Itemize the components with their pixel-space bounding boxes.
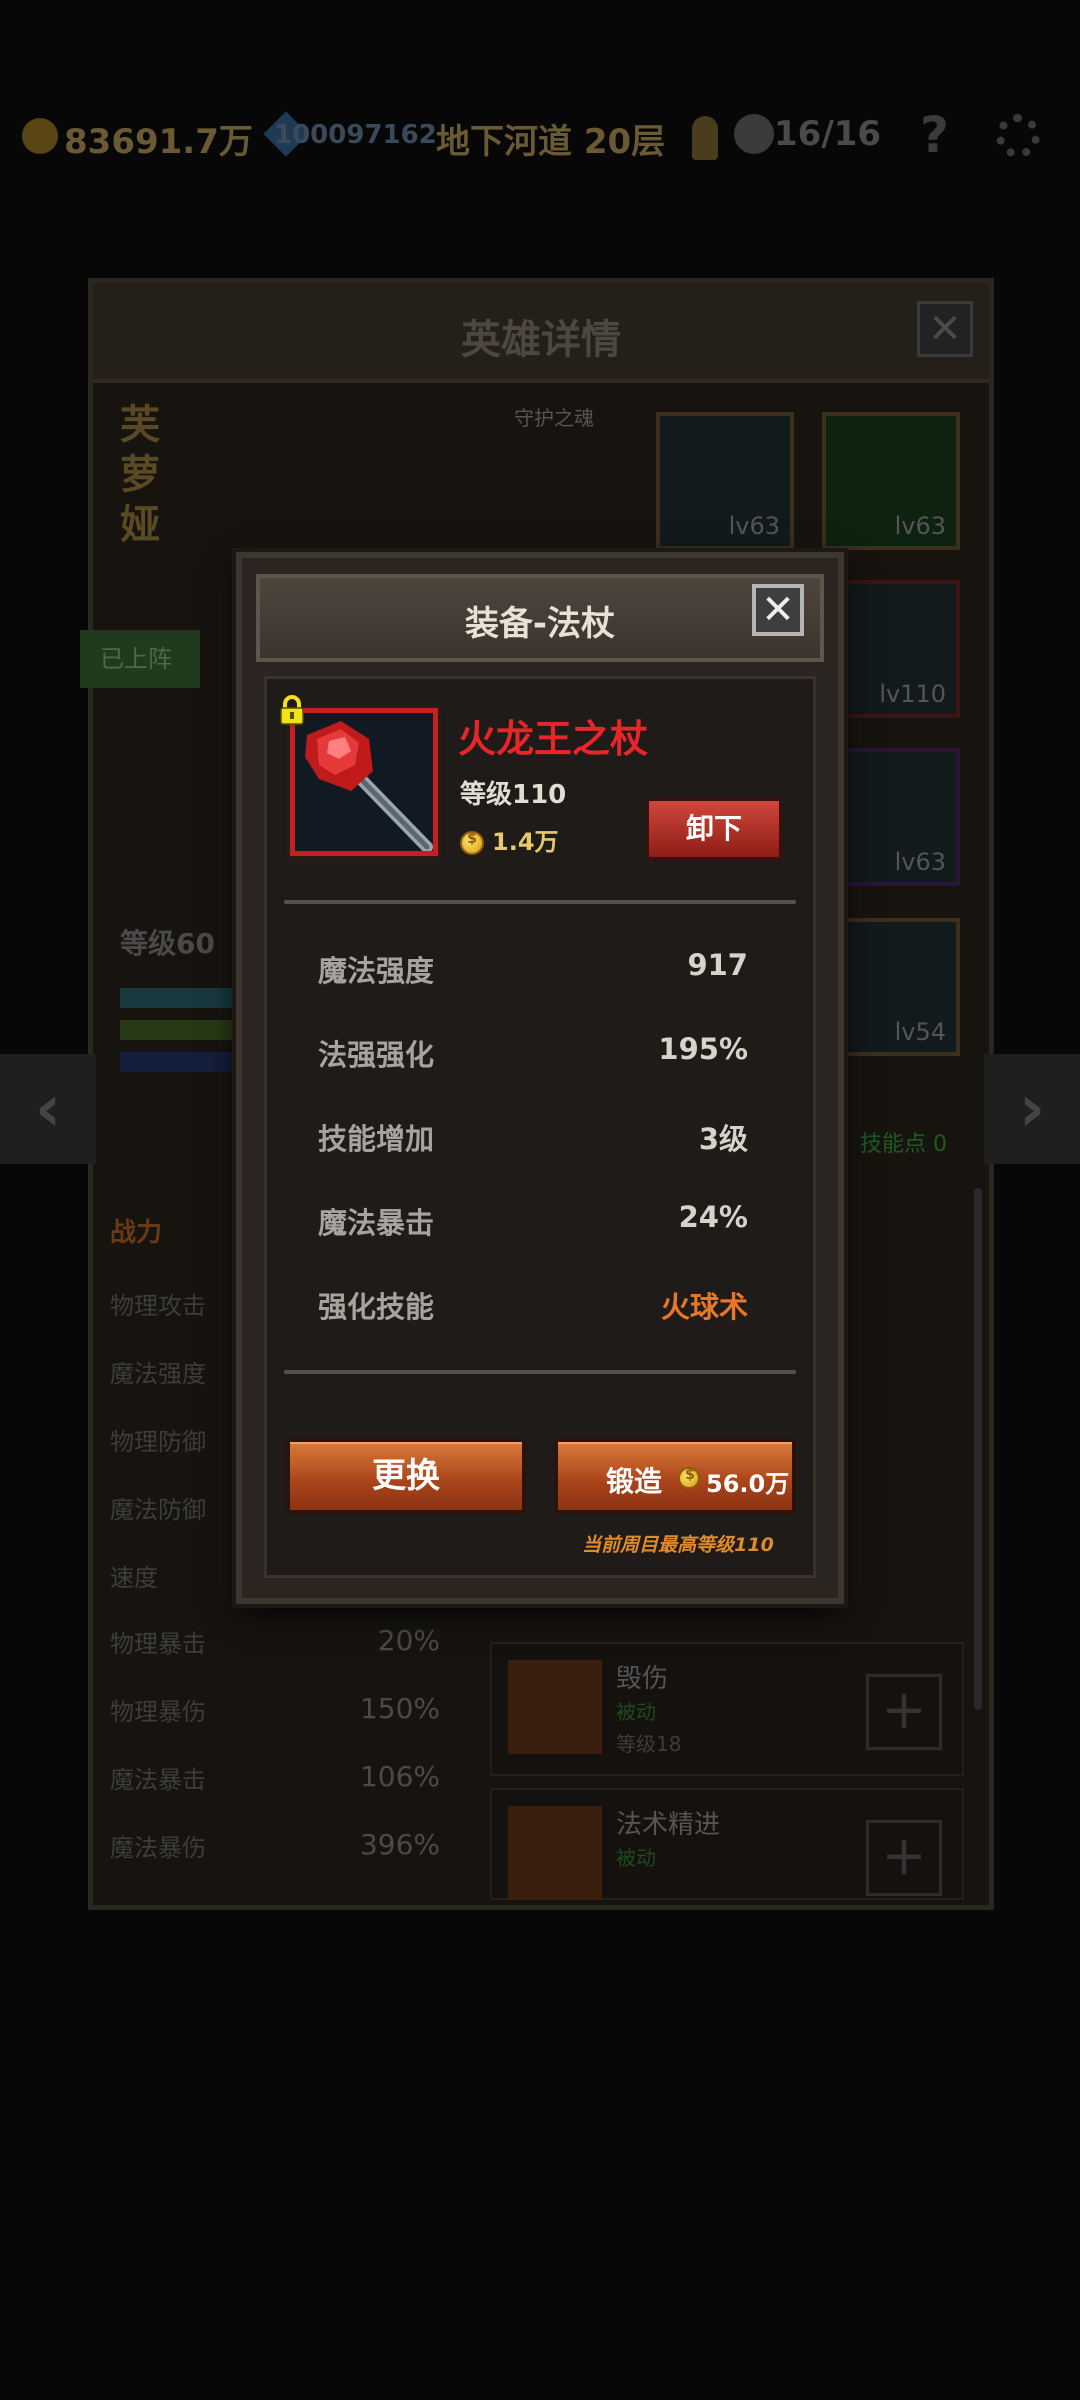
modal-header: 装备-法杖 [256,574,824,662]
gold-amount: 83691.7万 [64,122,253,162]
item-sell-value: 1.4万 [460,822,559,857]
top-resource-bar: 83691.7万 100097162 地下河道 20层 16/16 ? [0,100,1080,180]
fire-staff-icon [295,713,433,851]
item-stat-label: 魔法暴击 [318,1206,435,1240]
forge-cost: 56.0万 [706,1470,790,1498]
skill-image [508,1660,602,1754]
gold-coin-icon [22,118,58,154]
skill-image [508,1806,602,1900]
skull-icon [734,114,774,154]
item-stat-row: 法强强化 195% [318,1024,748,1074]
item-level: 等级110 [460,780,567,810]
exp-bar [120,1020,240,1040]
equip-slot-level: lv63 [894,848,946,876]
max-level-note: 当前周目最高等级110 [582,1534,774,1556]
stat-label: 魔法暴伤 [110,1834,206,1862]
modal-close-icon[interactable]: ✕ [752,584,804,636]
skill-card[interactable]: 法术精进 被动 + [490,1788,964,1900]
gold-coin-icon [678,1467,700,1489]
skill-points-label: 技能点 0 [860,1132,947,1157]
mana-bar [120,1052,240,1072]
equip-slot-2[interactable]: lv63 [822,412,960,550]
divider [284,900,796,904]
stat-label: 战力 [110,1218,163,1248]
stat-row: 物理暴伤 150% [110,1692,440,1752]
item-stat-label: 技能增加 [318,1122,435,1156]
skill-type: 被动 [616,1700,656,1724]
forge-label: 锻造 [606,1465,663,1498]
location-label: 地下河道 20层 [436,122,666,162]
item-stat-row: 魔法暴击 24% [318,1192,748,1242]
settings-gear-icon[interactable] [996,114,1040,158]
hero-detail-close-icon[interactable]: ✕ [917,301,973,357]
skill-card[interactable]: 毁伤 被动 等级18 + [490,1642,964,1776]
item-image-frame[interactable] [290,708,438,856]
skill-name: 法术精进 [616,1810,721,1840]
stat-value: 20% [377,1624,440,1657]
stat-row: 魔法暴伤 396% [110,1828,440,1888]
hero-level: 等级60 [120,927,215,960]
equip-slot-level: lv63 [728,512,780,540]
stat-value: 106% [359,1760,440,1793]
modal-title: 装备-法杖 [464,604,616,644]
item-stat-value: 3级 [698,1122,748,1156]
stat-label: 物理攻击 [110,1292,206,1320]
item-name: 火龙王之杖 [458,717,649,761]
skull-count: 16/16 [774,114,882,154]
stat-label: 物理暴伤 [110,1698,206,1726]
skill-upgrade-plus-icon[interactable]: + [866,1820,942,1896]
gem-amount: 100097162 [274,120,437,150]
item-stat-label: 强化技能 [318,1290,435,1324]
equip-slot-1[interactable]: lv63 [656,412,794,550]
skill-upgrade-plus-icon[interactable]: + [866,1674,942,1750]
hero-name: 芙萝娅 [120,402,160,548]
skill-name: 毁伤 [616,1664,669,1694]
hp-bar [120,988,240,1008]
enhanced-skill-name: 火球术 [660,1290,748,1324]
replace-button[interactable]: 更换 [286,1438,526,1514]
previous-hero-arrow-icon[interactable]: ‹ [0,1054,96,1164]
stat-value: 150% [359,1692,440,1725]
hero-detail-title: 英雄详情 [461,317,621,363]
item-stat-label: 法强强化 [318,1038,435,1072]
gold-coin-icon [460,831,484,855]
equip-slot-level: lv63 [894,512,946,540]
item-sell-amount: 1.4万 [492,828,559,856]
item-stat-row: 强化技能 火球术 [318,1276,748,1326]
stat-label: 物理暴击 [110,1630,206,1658]
next-hero-arrow-icon[interactable]: › [984,1054,1080,1164]
key-icon [692,116,718,160]
equip-slot-level: lv110 [879,680,946,708]
stat-label: 魔法防御 [110,1496,206,1524]
unequip-button[interactable]: 卸下 [646,798,782,860]
stat-row: 魔法暴击 106% [110,1760,440,1820]
stat-label: 物理防御 [110,1428,206,1456]
stat-value: 396% [359,1828,440,1861]
item-stat-value: 917 [687,948,748,982]
item-stat-label: 魔法强度 [318,954,435,988]
help-icon[interactable]: ? [920,106,949,164]
item-stat-value: 24% [678,1200,748,1234]
deployed-tag: 已上阵 [80,630,200,688]
stat-row: 物理暴击 20% [110,1624,440,1684]
skill-level: 等级18 [616,1732,682,1756]
stat-label: 魔法强度 [110,1360,206,1388]
equip-slot-level: lv54 [894,1018,946,1046]
item-stat-row: 技能增加 3级 [318,1108,748,1158]
skills-scrollbar[interactable] [974,1188,982,1710]
stat-label: 速度 [110,1564,158,1592]
item-stat-value: 195% [658,1032,748,1066]
hero-detail-title-bar: 英雄详情 ✕ [93,283,989,383]
guardian-soul-label: 守护之魂 [514,406,594,430]
forge-button[interactable]: 锻造 56.0万 [554,1438,796,1514]
lock-icon[interactable] [278,695,306,725]
stat-label: 魔法暴击 [110,1766,206,1794]
skill-type: 被动 [616,1846,656,1870]
divider [284,1370,796,1374]
item-stat-row: 魔法强度 917 [318,940,748,990]
